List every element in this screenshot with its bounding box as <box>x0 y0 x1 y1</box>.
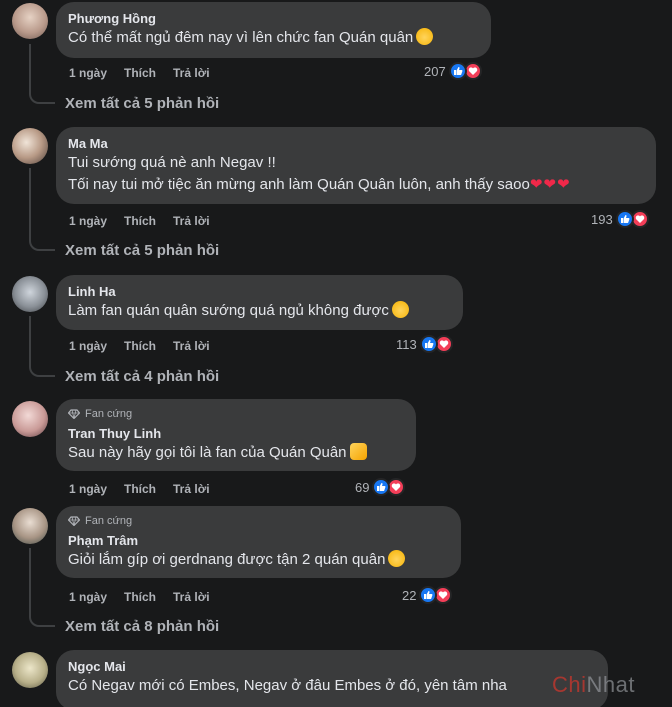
love-icon <box>387 478 406 496</box>
like-button[interactable]: Thích <box>124 481 156 497</box>
comment-actions: 1 ngày Thích Trả lời <box>69 65 210 81</box>
like-button[interactable]: Thích <box>124 213 156 229</box>
comment-text: Tối nay tui mở tiệc ăn mừng anh làm Quán… <box>68 176 571 193</box>
comment-actions: 1 ngày Thích Trả lời <box>69 589 210 605</box>
like-icon <box>372 478 391 496</box>
hearts-emoji: ❤❤❤ <box>529 176 571 193</box>
reaction-count: 22 <box>402 587 417 603</box>
comment-text: Sau này hãy gọi tôi là fan của Quán Quân <box>68 442 404 464</box>
comment-text: Giỏi lắm gíp ơi gerdnang được tận 2 quán… <box>68 549 449 571</box>
timestamp-link[interactable]: 1 ngày <box>69 213 107 229</box>
thread-line <box>29 168 55 251</box>
like-icon <box>419 586 438 604</box>
avatar[interactable] <box>12 276 48 312</box>
comment-bubble: Phương Hồng Có thể mất ngủ đêm nay vì lê… <box>56 2 491 58</box>
timestamp-link[interactable]: 1 ngày <box>69 481 107 497</box>
reaction-count: 207 <box>424 63 446 79</box>
fan-badge: Fan cứng <box>68 514 449 528</box>
reaction-count: 113 <box>396 336 417 352</box>
avatar[interactable] <box>12 508 48 544</box>
comment-bubble: Ma Ma Tui sướng quá nè anh Negav !! Tối … <box>56 127 656 204</box>
commenter-name[interactable]: Linh Ha <box>68 283 451 300</box>
comment-bubble: Fan cứng Tran Thuy Linh Sau này hãy gọi … <box>56 399 416 471</box>
comment-text: Tui sướng quá nè anh Negav !! <box>68 154 276 171</box>
watermark: ChiNhat <box>552 672 635 697</box>
view-replies-link[interactable]: Xem tất cả 4 phản hồi <box>65 367 219 387</box>
reply-button[interactable]: Trả lời <box>173 338 210 354</box>
reply-button[interactable]: Trả lời <box>173 589 210 605</box>
commenter-name[interactable]: Ma Ma <box>68 135 644 152</box>
avatar[interactable] <box>12 652 48 688</box>
reaction-count: 69 <box>355 479 370 495</box>
comment-text: Có thể mất ngủ đêm nay vì lên chức fan Q… <box>68 27 479 49</box>
like-icon <box>419 335 438 353</box>
avatar[interactable] <box>12 401 48 437</box>
like-button[interactable]: Thích <box>124 589 156 605</box>
commenter-name[interactable]: Tran Thuy Linh <box>68 425 404 442</box>
timestamp-link[interactable]: 1 ngày <box>69 589 107 605</box>
like-icon <box>615 210 634 228</box>
like-button[interactable]: Thích <box>124 65 156 81</box>
commenter-name[interactable]: Ngọc Mai <box>68 658 596 675</box>
emoji-icon <box>416 28 434 45</box>
emoji-icon <box>391 301 409 318</box>
fan-badge: Fan cứng <box>68 407 404 421</box>
like-button[interactable]: Thích <box>124 338 156 354</box>
reaction-summary[interactable]: 113 <box>396 335 453 353</box>
comment-bubble: Linh Ha Làm fan quán quân sướng quá ngủ … <box>56 275 463 330</box>
reply-button[interactable]: Trả lời <box>173 65 210 81</box>
reaction-summary[interactable]: 207 <box>424 62 482 80</box>
view-replies-link[interactable]: Xem tất cả 8 phản hồi <box>65 617 219 637</box>
comment-actions: 1 ngày Thích Trả lời <box>69 481 210 497</box>
avatar[interactable] <box>12 3 48 39</box>
diamond-icon <box>68 409 80 419</box>
love-icon <box>434 586 453 604</box>
reaction-summary[interactable]: 22 <box>402 586 453 604</box>
view-replies-link[interactable]: Xem tất cả 5 phản hồi <box>65 94 219 114</box>
reaction-count: 193 <box>591 211 613 227</box>
comment-text: Có Negav mới có Embes, Negav ở đâu Embes… <box>68 677 507 694</box>
like-icon <box>448 62 467 80</box>
reply-button[interactable]: Trả lời <box>173 213 210 229</box>
diamond-icon <box>68 516 80 526</box>
comment-actions: 1 ngày Thích Trả lời <box>69 213 210 229</box>
avatar[interactable] <box>12 128 48 164</box>
thread-line <box>29 44 55 104</box>
comment-actions: 1 ngày Thích Trả lời <box>69 338 210 354</box>
timestamp-link[interactable]: 1 ngày <box>69 65 107 81</box>
timestamp-link[interactable]: 1 ngày <box>69 338 107 354</box>
view-replies-link[interactable]: Xem tất cả 5 phản hồi <box>65 241 219 261</box>
comment-text: Làm fan quán quân sướng quá ngủ không đư… <box>68 300 451 322</box>
reply-button[interactable]: Trả lời <box>173 481 210 497</box>
thread-line <box>29 316 55 377</box>
commenter-name[interactable]: Phương Hồng <box>68 10 479 27</box>
comment-bubble: Fan cứng Phạm Trâm Giỏi lắm gíp ơi gerdn… <box>56 506 461 578</box>
emoji-icon <box>388 550 406 567</box>
comment-bubble: Ngọc Mai Có Negav mới có Embes, Negav ở … <box>56 650 608 707</box>
emoji-icon <box>349 443 367 460</box>
thread-line <box>29 548 55 627</box>
reaction-summary[interactable]: 69 <box>355 478 406 496</box>
reaction-summary[interactable]: 193 <box>591 210 649 228</box>
commenter-name[interactable]: Phạm Trâm <box>68 532 449 549</box>
